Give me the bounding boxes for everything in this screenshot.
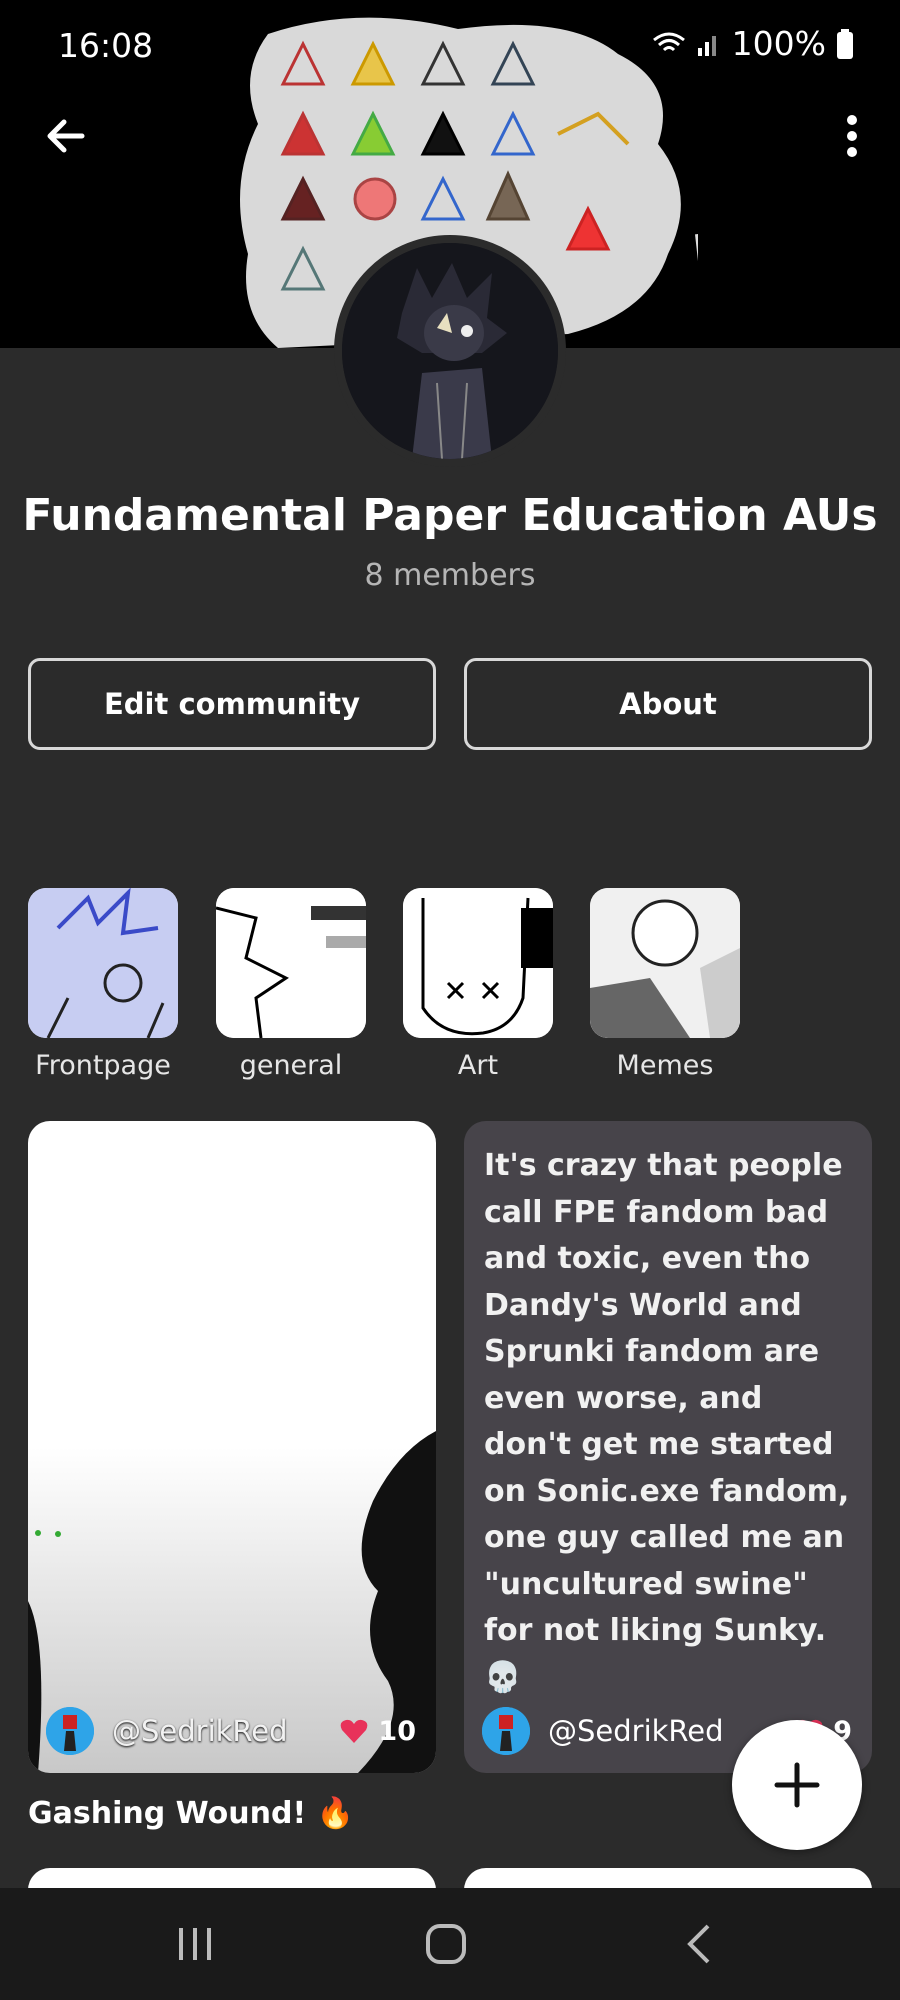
status-icons: 100% xyxy=(652,24,854,63)
post-footer: @SedrikRed 10 xyxy=(46,1705,416,1757)
more-options-button[interactable] xyxy=(824,108,880,164)
post-title[interactable]: Gashing Wound! 🔥 xyxy=(28,1796,354,1831)
category-general[interactable]: general xyxy=(216,888,366,1081)
category-label: Frontpage xyxy=(35,1050,171,1081)
category-thumbnail xyxy=(403,888,553,1038)
create-post-button[interactable] xyxy=(732,1720,862,1850)
recents-button[interactable] xyxy=(165,1918,225,1970)
signal-icon xyxy=(697,35,716,56)
back-nav-icon xyxy=(687,1924,710,1964)
recents-icon xyxy=(179,1928,211,1960)
member-count[interactable]: 8 members xyxy=(0,558,900,593)
heart-icon xyxy=(341,1719,368,1743)
post-username[interactable]: @SedrikRed xyxy=(548,1714,724,1748)
category-label: Art xyxy=(457,1050,499,1081)
back-arrow-icon xyxy=(47,119,85,153)
home-button[interactable] xyxy=(416,1918,476,1970)
community-title: Fundamental Paper Education AUs xyxy=(22,490,878,541)
like-number: 10 xyxy=(378,1715,416,1747)
home-icon xyxy=(426,1924,466,1964)
category-label: general xyxy=(239,1050,343,1081)
category-frontpage[interactable]: Frontpage xyxy=(28,888,178,1081)
status-time: 16:08 xyxy=(58,26,154,65)
category-thumbnail xyxy=(216,888,366,1038)
more-vert-icon xyxy=(847,115,857,157)
back-button[interactable] xyxy=(38,108,94,164)
category-label: Memes xyxy=(616,1050,714,1081)
post-card[interactable]: It's crazy that people call FPE fandom b… xyxy=(464,1121,872,1773)
user-avatar[interactable] xyxy=(482,1707,530,1755)
battery-icon xyxy=(837,28,853,59)
system-nav-bar xyxy=(0,1888,900,2000)
like-count[interactable]: 10 xyxy=(340,1716,416,1747)
about-button[interactable]: About xyxy=(464,658,872,750)
plus-icon xyxy=(774,1762,820,1808)
nav-back-button[interactable] xyxy=(670,1918,730,1970)
category-art[interactable]: Art xyxy=(403,888,553,1081)
post-card[interactable]: @SedrikRed 10 xyxy=(28,1121,436,1773)
post-image xyxy=(28,1431,436,1773)
post-username[interactable]: @SedrikRed xyxy=(112,1714,288,1748)
community-avatar xyxy=(334,235,566,467)
user-avatar[interactable] xyxy=(46,1707,94,1755)
avatar-character xyxy=(342,243,558,459)
edit-community-button[interactable]: Edit community xyxy=(28,658,436,750)
wifi-icon xyxy=(652,32,685,51)
category-memes[interactable]: Memes xyxy=(590,888,740,1081)
post-body: It's crazy that people call FPE fandom b… xyxy=(484,1148,850,1695)
category-thumbnail xyxy=(28,888,178,1038)
category-thumbnail xyxy=(590,888,740,1038)
status-bar: 16:08 100% xyxy=(0,0,900,96)
battery-percent: 100% xyxy=(731,24,826,63)
